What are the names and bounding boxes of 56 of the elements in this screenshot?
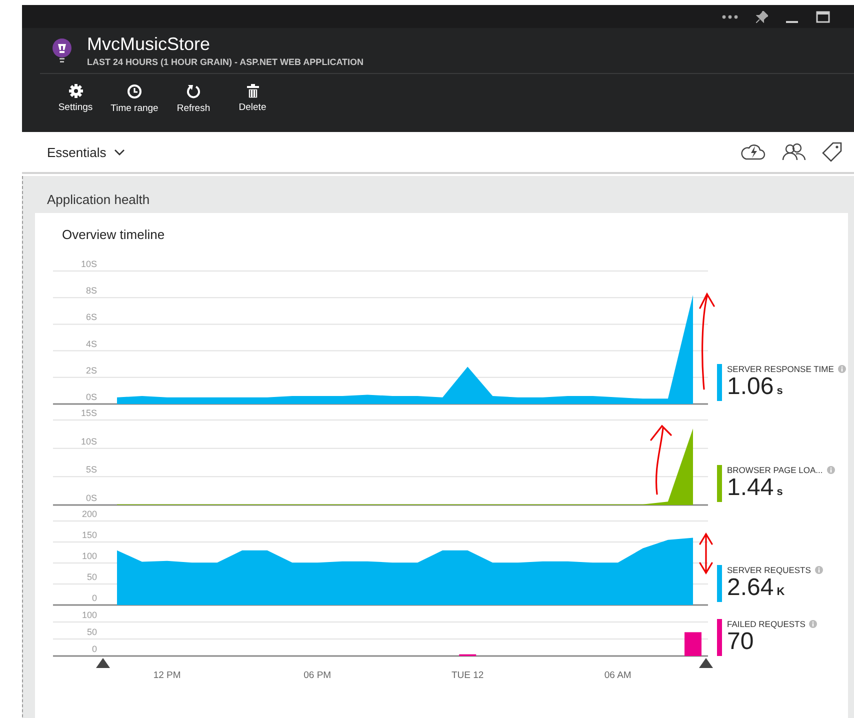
axis-tick-label: 10S: [80, 436, 97, 446]
toolbar-button[interactable]: Time range: [105, 84, 164, 132]
axis-tick-label: 2S: [86, 365, 97, 376]
essentials-toggle[interactable]: Essentials: [47, 144, 126, 160]
metric-label: SERVER REQUESTS: [727, 565, 811, 575]
axis-tick-label: 0: [92, 593, 97, 603]
more-icon[interactable]: [722, 14, 738, 18]
maximize-icon[interactable]: [816, 10, 830, 22]
users-icon[interactable]: [782, 143, 806, 161]
axis-tick-label: TUE 12: [452, 670, 484, 681]
lightbulb-icon: [52, 38, 72, 64]
pin-icon[interactable]: [756, 10, 768, 22]
hand-drawn-arrow: [650, 425, 672, 495]
axis-tick-label: 100: [82, 610, 97, 620]
axis-tick-label: 06 AM: [604, 670, 632, 681]
axis-tick-label: 0S: [86, 392, 97, 402]
range-handle[interactable]: [699, 658, 713, 668]
refresh-icon: [186, 84, 201, 99]
metric-value: 1.06 s: [727, 374, 784, 402]
metric-value: 2.64 K: [727, 575, 785, 603]
hand-drawn-arrow: [699, 532, 713, 575]
metric-value: 1.44 s: [727, 475, 784, 503]
resource-subtitle: LAST 24 HOURS (1 HOUR GRAIN) - ASP.NET WEB APPLICATION: [87, 57, 364, 67]
axis-tick-label: 50: [86, 627, 97, 637]
metric-label: BROWSER PAGE LOA...: [727, 465, 823, 475]
toolbar-button[interactable]: Settings: [46, 84, 105, 132]
toolbar-button[interactable]: Refresh: [164, 84, 223, 132]
cloud-bolt-icon[interactable]: [740, 143, 766, 161]
axis-tick-label: 4S: [86, 338, 97, 349]
settings-icon: [68, 84, 82, 98]
axis-tick-label: 12 PM: [153, 670, 181, 681]
axis-tick-label: 10S: [80, 259, 97, 269]
trash-icon: [246, 84, 258, 98]
axis-tick-label: 5S: [86, 464, 97, 475]
axis-tick-label: 15S: [80, 408, 97, 418]
resource-title: MvcMusicStore: [87, 34, 212, 54]
card-title: Overview timeline: [62, 227, 166, 242]
axis-tick-label: 100: [82, 551, 97, 561]
metric-label: SERVER RESPONSE TIME: [727, 364, 834, 374]
toolbar-button[interactable]: Delete: [223, 84, 282, 132]
axis-tick-label: 06 PM: [304, 670, 332, 681]
clock-icon: [127, 84, 142, 99]
metric-value: 70: [727, 629, 755, 655]
axis-tick-label: 0: [92, 644, 97, 654]
bar: [684, 632, 702, 656]
range-handle[interactable]: [96, 658, 110, 668]
axis-tick-label: 50: [86, 572, 97, 582]
tag-icon[interactable]: [822, 142, 842, 162]
axis-tick-label: 150: [82, 530, 97, 540]
axis-tick-label: 0S: [86, 493, 97, 503]
axis-tick-label: 6S: [86, 312, 97, 322]
chevron-icon: [114, 148, 126, 156]
axis-tick-label: 8S: [86, 286, 97, 296]
section-title: Application health: [47, 192, 151, 207]
axis-tick-label: 200: [82, 509, 97, 519]
metric-label: FAILED REQUESTS: [727, 619, 806, 629]
